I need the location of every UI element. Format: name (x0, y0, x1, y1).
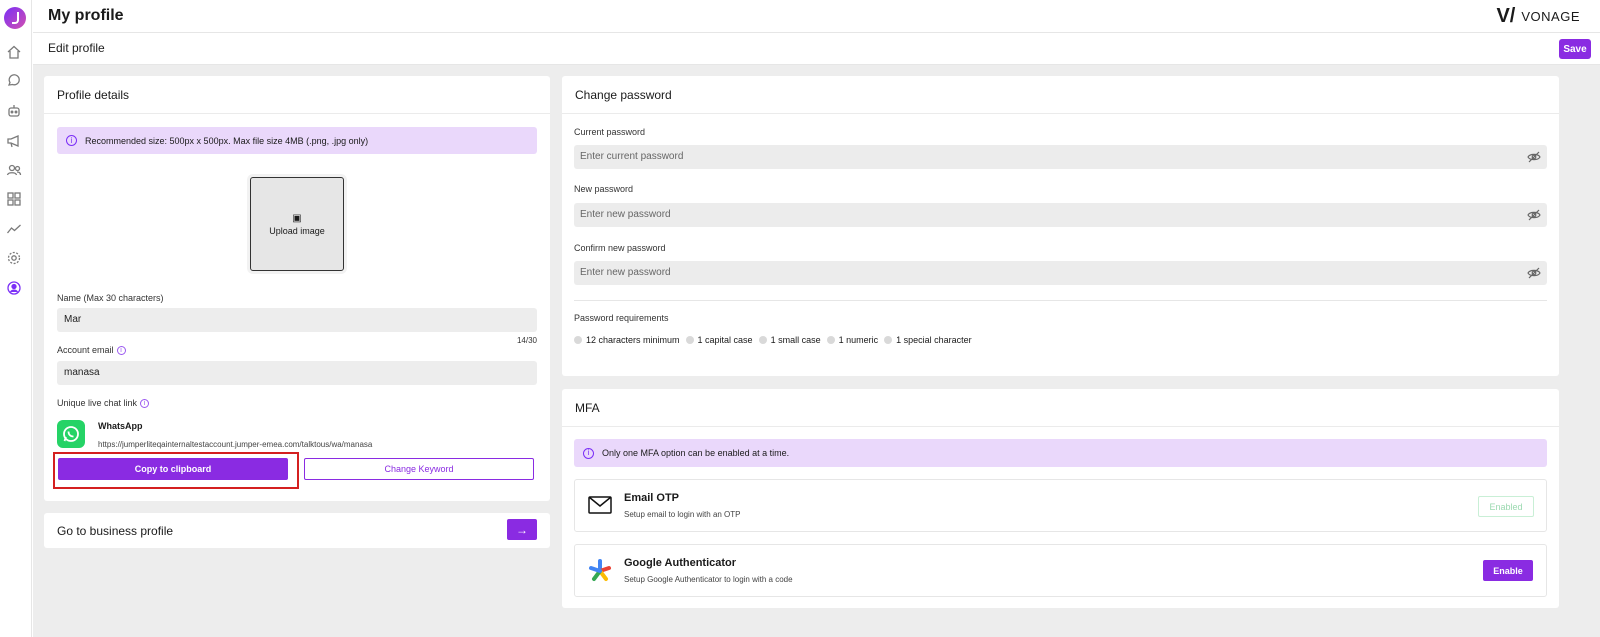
info-icon: i (66, 135, 77, 146)
vonage-wordmark: VONAGE (1521, 8, 1580, 24)
requirement-item: 1 small case (758, 335, 821, 345)
edit-profile-title: Edit profile (48, 41, 105, 55)
account-email-field: manasa (57, 361, 537, 385)
requirement-dot (758, 336, 767, 344)
contacts-icon[interactable] (6, 162, 22, 178)
upload-image-label: Upload image (269, 225, 325, 236)
profile-details-title: Profile details (44, 76, 550, 114)
current-password-label: Current password (574, 127, 646, 137)
live-chat-link-label-text: Unique live chat link (57, 398, 138, 408)
requirement-dot (574, 336, 582, 344)
email-otp-title: Email OTP (624, 492, 680, 504)
requirement-text: 1 special character (896, 335, 972, 345)
google-authenticator-title: Google Authenticator (624, 557, 737, 569)
requirement-dot (884, 336, 893, 344)
current-password-input[interactable]: Enter current password (574, 145, 1547, 169)
change-keyword-button[interactable]: Change Keyword (304, 458, 534, 480)
requirement-item: 1 special character (884, 335, 972, 345)
analytics-icon[interactable] (6, 221, 22, 237)
new-password-label: New password (574, 184, 634, 194)
mfa-title: MFA (562, 389, 1559, 427)
highlight-annotation (53, 452, 299, 489)
google-authenticator-enable-button[interactable]: Enable (1483, 560, 1533, 581)
sub-header: Edit profile Save (33, 33, 1600, 65)
image-size-banner: i Recommended size: 500px x 500px. Max f… (57, 127, 537, 154)
vonage-logo: V/ VONAGE (1496, 5, 1580, 27)
email-otp-row: Email OTP Setup email to login with an O… (574, 479, 1547, 532)
vonage-mark: V/ (1496, 5, 1516, 27)
info-icon: i (583, 447, 594, 459)
eye-off-icon[interactable] (1527, 150, 1541, 164)
main-content: Profile details i Recommended size: 500p… (33, 65, 1600, 637)
whatsapp-icon (57, 420, 85, 448)
go-to-business-profile-button[interactable]: → (507, 519, 537, 540)
name-label: Name (Max 30 characters) (57, 293, 164, 303)
account-email-label-text: Account email (57, 345, 114, 355)
requirement-text: 12 characters minimum (586, 335, 680, 345)
confirm-password-input[interactable]: Enter new password (574, 261, 1547, 285)
requirement-text: 1 numeric (838, 335, 879, 345)
google-authenticator-row: Google Authenticator Setup Google Authen… (574, 544, 1547, 597)
new-password-input[interactable]: Enter new password (574, 203, 1547, 227)
app-logo[interactable] (4, 7, 26, 29)
business-profile-label: Go to business profile (57, 524, 174, 538)
link-info-icon[interactable]: i (140, 399, 150, 409)
password-requirements-list: 12 characters minimum 1 capital case 1 s… (574, 335, 972, 345)
channel-name: WhatsApp (98, 421, 143, 431)
megaphone-icon[interactable] (6, 133, 22, 149)
current-password-placeholder: Enter current password (580, 151, 684, 162)
confirm-password-label: Confirm new password (574, 243, 666, 253)
requirement-item: 1 capital case (685, 335, 753, 345)
top-header: My profile V/ VONAGE (33, 0, 1600, 33)
page-title: My profile (48, 7, 124, 24)
confirm-password-placeholder: Enter new password (580, 267, 671, 278)
envelope-icon (588, 496, 612, 517)
settings-icon[interactable] (6, 250, 22, 266)
image-size-text: Recommended size: 500px x 500px. Max fil… (85, 135, 369, 146)
email-info-icon[interactable]: i (116, 346, 126, 356)
eye-off-icon[interactable] (1527, 208, 1541, 222)
live-chat-link-label: Unique live chat link i (57, 398, 150, 409)
divider (574, 300, 1547, 301)
requirement-item: 12 characters minimum (574, 335, 680, 345)
channel-link: https://jumperliteqainternaltestaccount.… (98, 440, 373, 449)
business-profile-card: Go to business profile → (44, 513, 550, 548)
change-password-title: Change password (562, 76, 1559, 114)
save-button[interactable]: Save (1559, 39, 1591, 59)
bot-icon[interactable] (6, 103, 22, 119)
requirement-text: 1 small case (770, 335, 821, 345)
change-password-card: Change password Current password Enter c… (562, 76, 1559, 376)
upload-image-button[interactable]: ▣ Upload image (250, 177, 344, 271)
home-icon[interactable] (6, 44, 22, 60)
requirement-text: 1 capital case (697, 335, 753, 345)
requirement-item: 1 numeric (826, 335, 879, 345)
name-counter: 14/30 (516, 336, 537, 345)
left-rail (0, 0, 32, 637)
name-input[interactable]: Mar (57, 308, 537, 332)
chat-icon[interactable] (6, 73, 22, 89)
email-otp-description: Setup email to login with an OTP (624, 510, 741, 519)
apps-icon[interactable] (6, 191, 22, 207)
google-authenticator-icon (588, 559, 612, 586)
profile-icon[interactable] (6, 280, 22, 296)
requirement-dot (685, 336, 694, 344)
mfa-banner: i Only one MFA option can be enabled at … (574, 439, 1547, 467)
requirement-dot (826, 336, 835, 344)
google-authenticator-description: Setup Google Authenticator to login with… (624, 575, 793, 584)
profile-details-card: Profile details i Recommended size: 500p… (44, 76, 550, 501)
eye-off-icon[interactable] (1527, 266, 1541, 280)
mfa-banner-text: Only one MFA option can be enabled at a … (602, 448, 790, 458)
email-otp-enabled-button[interactable]: Enabled (1478, 496, 1534, 517)
new-password-placeholder: Enter new password (580, 209, 671, 220)
password-requirements-label: Password requirements (574, 313, 669, 323)
account-email-label: Account email i (57, 345, 126, 356)
image-icon: ▣ (292, 212, 302, 224)
mfa-card: MFA i Only one MFA option can be enabled… (562, 389, 1559, 608)
